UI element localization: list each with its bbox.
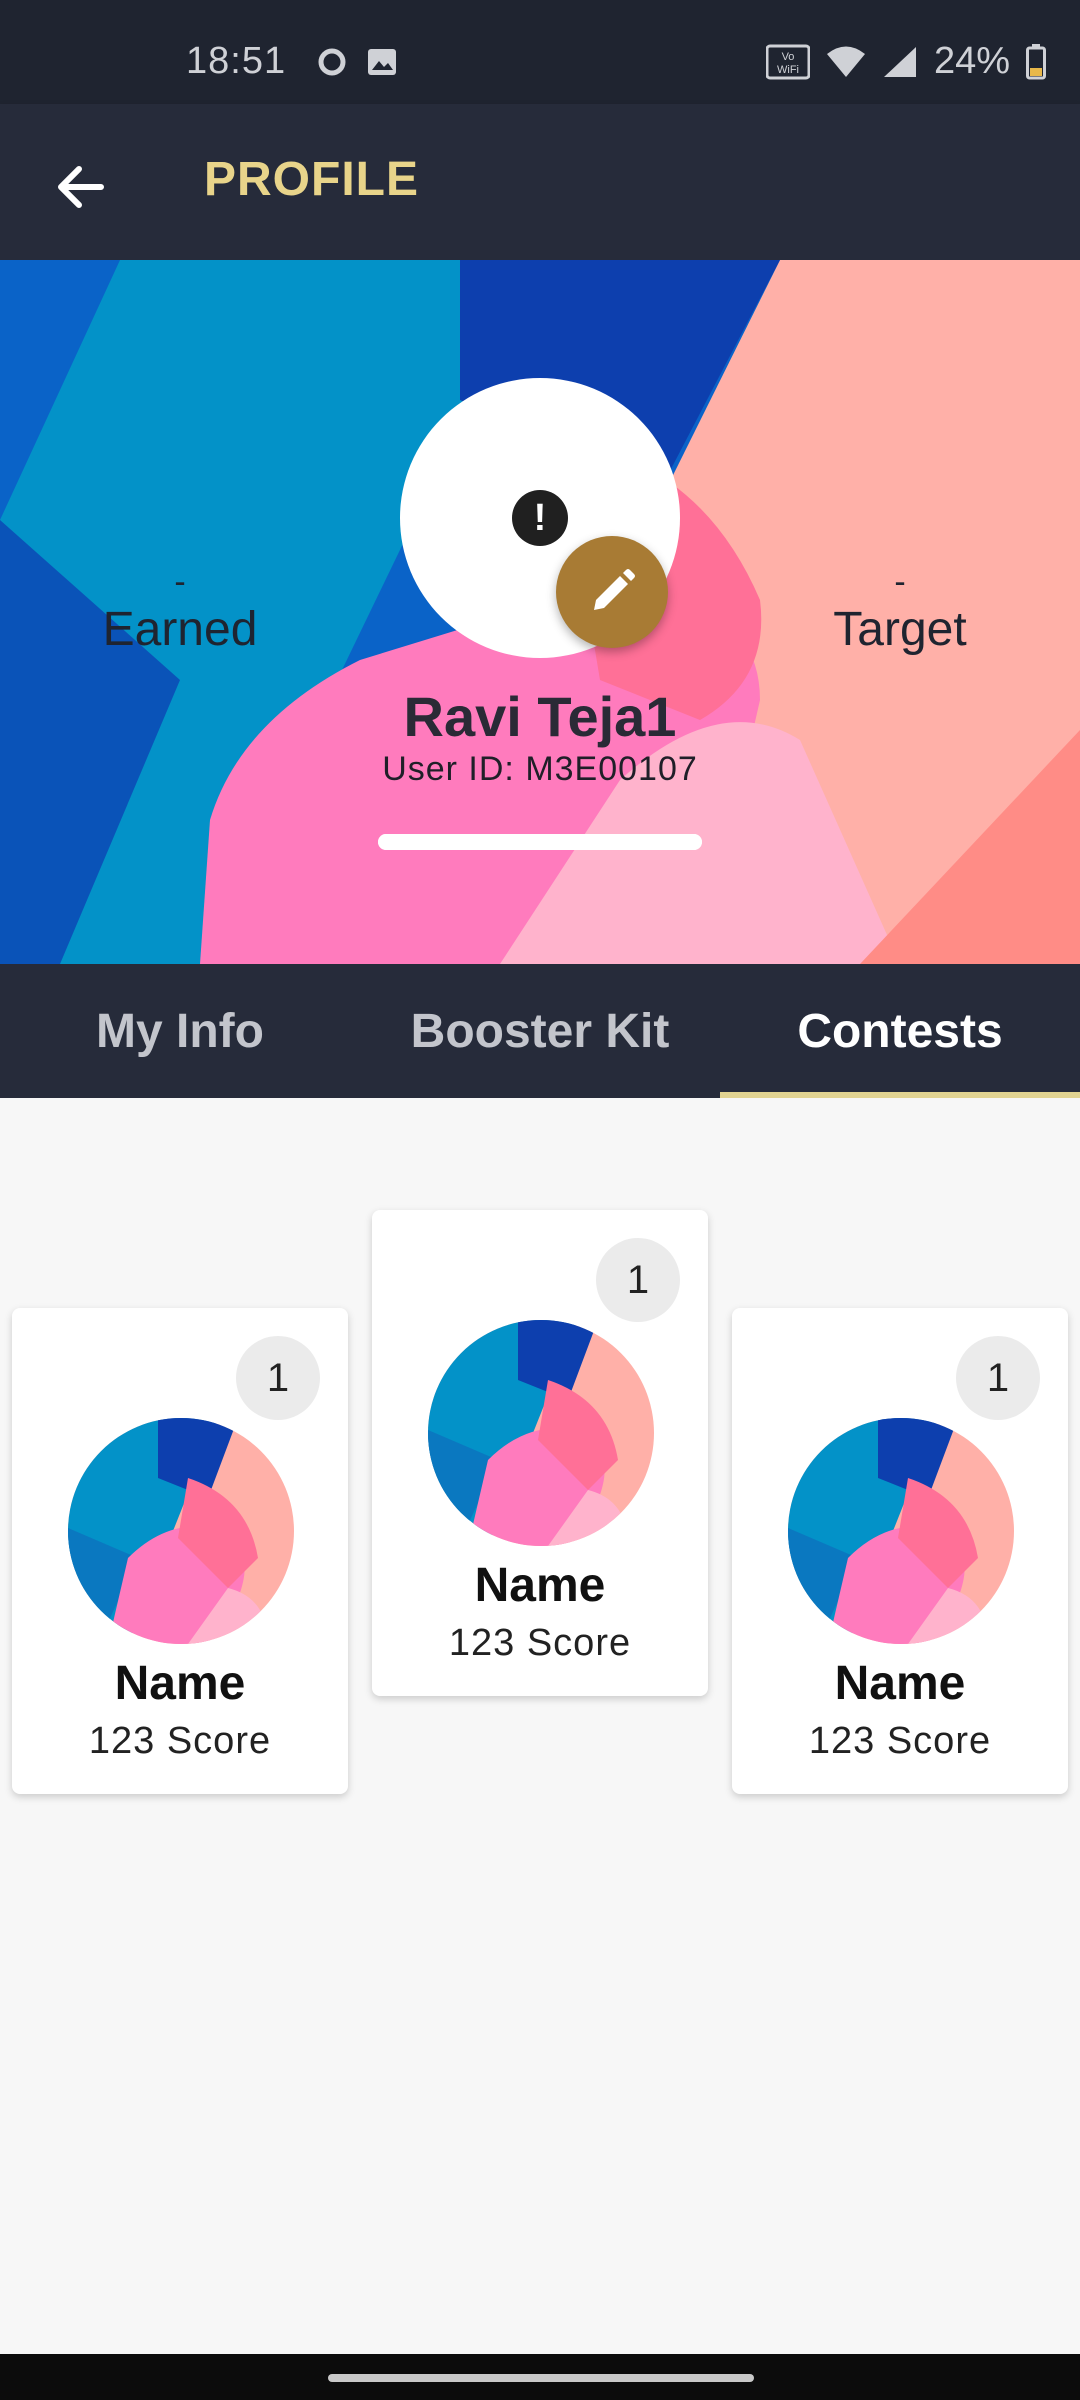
profile-progress-bar bbox=[378, 834, 702, 850]
edit-avatar-button[interactable] bbox=[556, 536, 668, 648]
alert-icon: ! bbox=[512, 490, 568, 546]
contestant-name: Name bbox=[114, 1657, 246, 1710]
earned-label: Earned bbox=[102, 603, 258, 656]
leaderboard-card[interactable]: 1 Name 123 Score bbox=[372, 1210, 708, 1696]
target-label: Target bbox=[833, 603, 967, 656]
status-notification-icons bbox=[316, 46, 398, 78]
user-name: Ravi Teja1 bbox=[403, 685, 677, 748]
profile-progress-fill bbox=[378, 834, 702, 850]
signal-icon bbox=[883, 46, 916, 77]
profile-tabs: My Info Booster Kit Contests bbox=[0, 964, 1080, 1098]
leaderboard-card[interactable]: 1 Name 123 Score bbox=[12, 1308, 348, 1794]
rank-badge: 1 bbox=[596, 1238, 680, 1322]
contestant-score: 123 Score bbox=[88, 1720, 272, 1762]
battery-percentage: 24% bbox=[933, 40, 1010, 82]
tab-my-info[interactable]: My Info bbox=[0, 964, 360, 1098]
target-value: - bbox=[894, 563, 906, 601]
earned-value: - bbox=[174, 563, 186, 601]
status-bar: 18:51 Vo WiFi 24% bbox=[0, 0, 1080, 104]
system-nav-bar bbox=[0, 2354, 1080, 2400]
status-time: 18:51 bbox=[186, 40, 287, 82]
status-system-icons: Vo WiFi 24% bbox=[765, 40, 1046, 83]
rank-badge: 1 bbox=[236, 1336, 320, 1420]
svg-text:Vo: Vo bbox=[782, 51, 795, 63]
earned-stat: - Earned bbox=[30, 562, 330, 658]
user-id: User ID: M3E00107 bbox=[382, 750, 698, 788]
contestant-score: 123 Score bbox=[808, 1720, 992, 1762]
arrow-left-icon bbox=[58, 166, 104, 208]
vowifi-icon: VoWiFi bbox=[765, 44, 810, 79]
pencil-icon bbox=[594, 569, 635, 610]
profile-banner: - Earned - Target ! Ravi Teja1 User ID: … bbox=[0, 260, 1080, 964]
rank-badge: 1 bbox=[956, 1336, 1040, 1420]
circle-notification-icon bbox=[318, 48, 346, 76]
contestant-name: Name bbox=[834, 1657, 966, 1710]
battery-icon bbox=[1026, 43, 1046, 79]
svg-text:WiFi: WiFi bbox=[777, 64, 799, 76]
leaderboard-card[interactable]: 1 Name 123 Score bbox=[732, 1308, 1068, 1794]
image-icon bbox=[368, 49, 396, 75]
contestant-avatar bbox=[428, 1320, 654, 1546]
contestant-avatar bbox=[788, 1418, 1014, 1644]
app-bar: PROFILE bbox=[0, 104, 1080, 260]
wifi-icon bbox=[826, 46, 865, 77]
back-button[interactable] bbox=[40, 148, 118, 226]
contestant-score: 123 Score bbox=[448, 1622, 632, 1664]
tab-contests[interactable]: Contests bbox=[720, 964, 1080, 1098]
target-stat: - Target bbox=[750, 562, 1050, 658]
home-indicator[interactable] bbox=[328, 2374, 754, 2382]
tab-booster-kit[interactable]: Booster Kit bbox=[360, 964, 720, 1098]
contestant-avatar bbox=[68, 1418, 294, 1644]
page-title: PROFILE bbox=[204, 153, 420, 206]
contestant-name: Name bbox=[474, 1559, 606, 1612]
